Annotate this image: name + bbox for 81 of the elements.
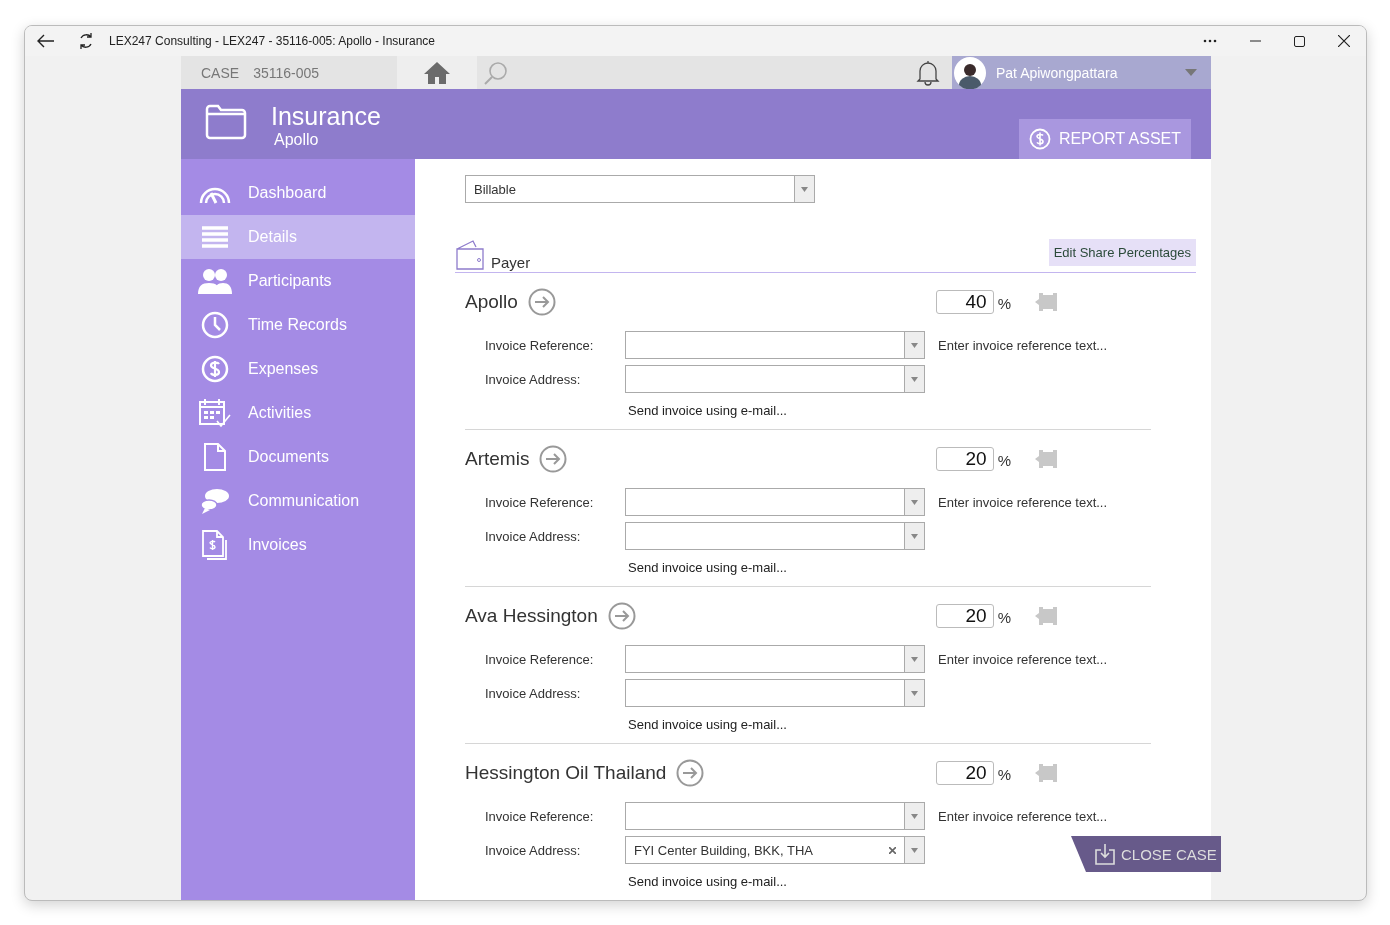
- send-email-link[interactable]: Send invoice using e-mail...: [628, 560, 787, 575]
- field-label: Invoice Reference:: [484, 651, 595, 667]
- section-title: Payer: [491, 254, 531, 271]
- window-title: LEX247 Consulting - LEX247 - 35116-005: Apollo - Insurance: [109, 34, 435, 48]
- more-options-icon[interactable]: [1203, 39, 1217, 43]
- percent-sign: %: [997, 765, 1011, 783]
- dropdown-arrow-icon: [911, 656, 918, 662]
- dropdown-arrow-icon: [911, 342, 918, 348]
- invoice-address-dropdown[interactable]: [625, 522, 925, 550]
- billing-dropdown[interactable]: Billable: [465, 175, 815, 203]
- case-label: CASE: [201, 64, 240, 81]
- invoice-icon: [201, 530, 228, 560]
- share-percentage-field[interactable]: 20: [935, 604, 994, 628]
- invoice-address-dropdown[interactable]: [625, 679, 925, 707]
- field-label: Invoice Reference:: [484, 494, 595, 510]
- close-icon[interactable]: [1338, 35, 1350, 47]
- maximize-icon[interactable]: [1294, 35, 1305, 47]
- dollar-coin-icon: [1028, 128, 1051, 150]
- search-icon[interactable]: [483, 59, 509, 86]
- dropdown-arrow-icon: [911, 847, 918, 853]
- home-icon: [423, 60, 451, 85]
- field-label: Invoice Address:: [484, 685, 582, 701]
- page-title: Insurance: [271, 101, 381, 131]
- dropdown-arrow-icon: [911, 813, 918, 819]
- close-case-button[interactable]: CLOSE CASE: [1071, 836, 1221, 872]
- document-icon: [202, 443, 227, 471]
- send-email-link[interactable]: Send invoice using e-mail...: [628, 717, 787, 732]
- dropdown-arrow-icon: [801, 186, 808, 192]
- send-email-link[interactable]: Send invoice using e-mail...: [628, 403, 787, 418]
- invoice-address-dropdown[interactable]: [625, 365, 925, 393]
- dropdown-arrow-icon: [911, 376, 918, 382]
- field-label: Invoice Address:: [484, 528, 582, 544]
- arrow-circle-icon[interactable]: [607, 602, 636, 630]
- back-arrow-icon[interactable]: [37, 34, 55, 48]
- payer-name: Ava Hessington: [465, 605, 598, 627]
- arrow-circle-icon[interactable]: [539, 445, 568, 473]
- payer-name: Apollo: [465, 291, 518, 313]
- dropdown-arrow-icon: [911, 499, 918, 505]
- case-number: 35116-005: [253, 64, 320, 81]
- share-percentage-field[interactable]: 20: [935, 761, 994, 785]
- payer-name: Artemis: [465, 448, 530, 470]
- payer-name: Hessington Oil Thailand: [465, 762, 667, 784]
- field-label: Invoice Reference:: [484, 808, 595, 824]
- notification-bell-icon[interactable]: [916, 59, 940, 86]
- reference-hint[interactable]: Enter invoice reference text...: [938, 808, 1108, 824]
- reference-hint[interactable]: Enter invoice reference text...: [938, 494, 1108, 510]
- wallet-icon: [455, 239, 487, 271]
- invoice-reference-dropdown[interactable]: [625, 802, 925, 830]
- calendar-check-icon: [198, 398, 231, 428]
- arrow-circle-icon[interactable]: [527, 288, 556, 316]
- percent-sign: %: [997, 608, 1011, 626]
- download-tray-icon: [1095, 843, 1115, 865]
- reference-hint[interactable]: Enter invoice reference text...: [938, 337, 1108, 353]
- percent-sign: %: [997, 451, 1011, 469]
- home-button[interactable]: [397, 56, 477, 89]
- share-percentage-field[interactable]: 40: [935, 290, 994, 314]
- invoice-address-dropdown[interactable]: FYI Center Building, BKK, THA: [625, 836, 925, 864]
- edit-share-percentages-button[interactable]: Edit Share Percentages: [1048, 239, 1196, 266]
- invoice-reference-dropdown[interactable]: [625, 488, 925, 516]
- invoice-reference-dropdown[interactable]: [625, 645, 925, 673]
- folder-icon: [205, 104, 247, 140]
- field-label: Invoice Address:: [484, 371, 582, 387]
- list-icon: [201, 226, 228, 248]
- dropdown-arrow-icon: [911, 533, 918, 539]
- clear-icon[interactable]: [889, 846, 896, 854]
- send-email-link[interactable]: Send invoice using e-mail...: [628, 874, 787, 889]
- dollar-coin-icon: [200, 355, 229, 383]
- people-icon: [197, 267, 232, 295]
- percent-sign: %: [997, 294, 1011, 312]
- field-label: Invoice Reference:: [484, 337, 595, 353]
- clock-icon: [200, 311, 229, 339]
- page-subtitle: Apollo: [273, 131, 320, 149]
- invoice-reference-dropdown[interactable]: [625, 331, 925, 359]
- arrow-circle-icon[interactable]: [676, 759, 705, 787]
- speech-bubbles-icon: [199, 487, 230, 515]
- field-label: Invoice Address:: [484, 842, 582, 858]
- reference-hint[interactable]: Enter invoice reference text...: [938, 651, 1108, 667]
- dropdown-arrow-icon: [911, 690, 918, 696]
- caret-icon: [1185, 69, 1197, 76]
- share-percentage-field[interactable]: 20: [935, 447, 994, 471]
- refresh-icon[interactable]: [77, 32, 95, 50]
